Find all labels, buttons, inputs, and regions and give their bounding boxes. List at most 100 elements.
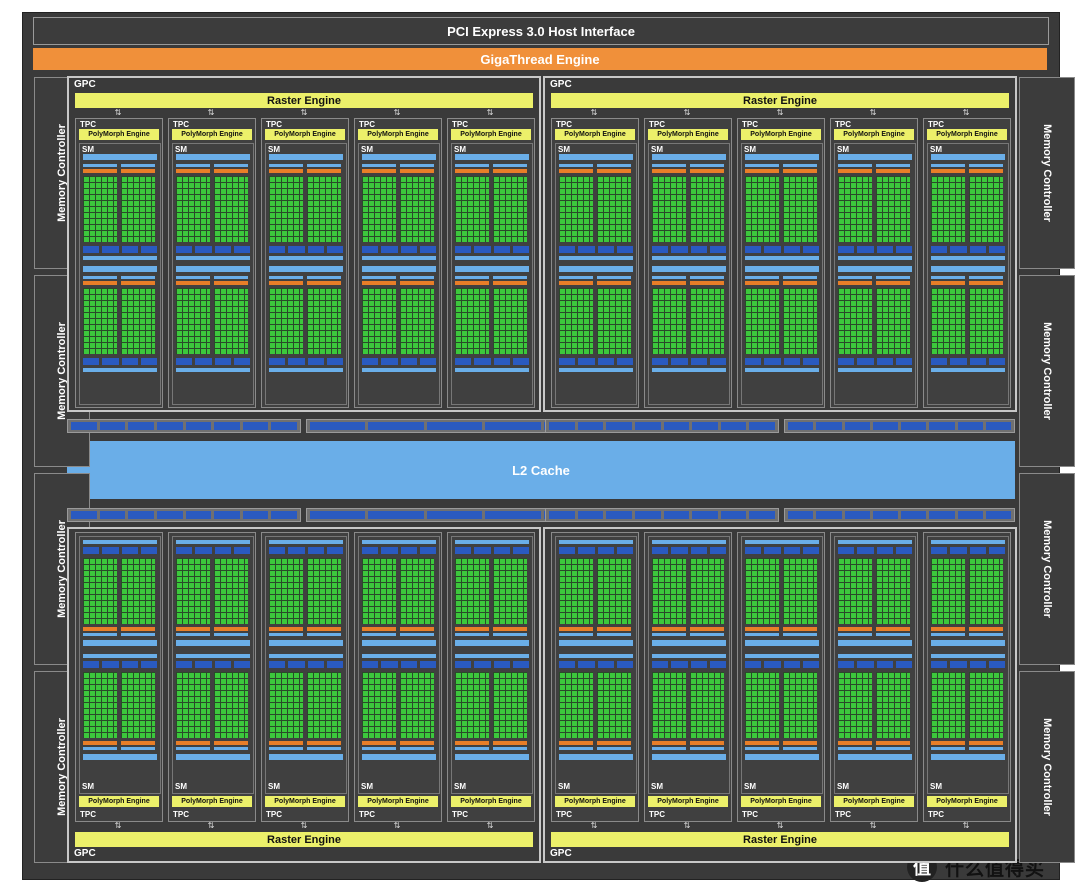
warp-scheduler [783,276,817,279]
tpc: SM PolyMorph Engine TPC [168,532,256,822]
texture-unit [802,246,819,253]
sm-body [83,540,159,780]
texture-unit [764,246,781,253]
texture-unit [690,661,707,668]
texture-unit-row [176,246,250,253]
texture-unit [140,547,157,554]
texture-unit [493,547,510,554]
texture-unit [233,358,250,365]
crossbar-port [634,511,661,519]
warp-scheduler [838,747,872,750]
texture-unit [400,358,417,365]
gpc: GPC Raster Engine ⇅ SM PolyMorph Engine TPC ⇅ S… [543,527,1017,863]
bidirectional-arrow-icon: ⇅ [590,108,598,117]
texture-unit [288,661,305,668]
sm-body [745,154,821,402]
texture-unit [895,358,912,365]
texture-unit [176,547,193,554]
texture-unit [652,547,669,554]
texture-unit [493,246,510,253]
texture-unit [876,661,893,668]
polymorph-engine: PolyMorph Engine [927,129,1007,140]
instruction-cache [176,154,250,160]
warp-scheduler [559,747,593,750]
warp-scheduler [214,747,248,750]
instruction-cache [455,754,529,760]
dispatch-unit [214,281,248,285]
dispatch-unit [690,741,724,745]
texture-unit [195,358,212,365]
dispatch-unit [400,627,434,631]
dispatch-unit [969,627,1003,631]
instruction-cache [455,154,529,160]
texture-unit-row [455,661,529,668]
dispatch-unit [876,627,910,631]
cuda-core-array [362,558,396,624]
cuda-core-array [597,288,631,354]
texture-unit [269,358,286,365]
texture-unit [474,661,491,668]
warp-scheduler [745,276,779,279]
texture-unit [195,246,212,253]
shared-memory [652,540,726,544]
crossbar-port [549,422,575,430]
dispatch-unit [307,627,341,631]
bidirectional-arrow-icon: ⇅ [300,108,308,117]
sm-body [269,154,345,402]
sm-label: SM [651,145,663,154]
sm-label: SM [651,782,663,791]
gpc-label: GPC [550,79,572,90]
shared-memory [838,368,912,372]
tpc-label: TPC [359,120,375,129]
texture-unit [931,246,948,253]
tpc-label: TPC [928,120,944,129]
cuda-core-array [597,176,631,242]
crossbar-port [99,511,126,519]
texture-unit-row [838,547,912,554]
warp-scheduler [214,164,248,167]
texture-unit-row [176,358,250,365]
texture-unit [969,358,986,365]
texture-unit [802,661,819,668]
texture-unit-row [931,246,1005,253]
crossbar-port [985,511,1011,519]
texture-unit [288,547,305,554]
cuda-core-array [559,672,593,738]
streaming-multiprocessor: SM [741,143,823,405]
bidirectional-arrow-icon: ⇅ [393,821,401,830]
tpc: TPC PolyMorph Engine SM [551,118,639,408]
texture-unit [745,661,762,668]
warp-scheduler [969,276,1003,279]
streaming-multiprocessor: SM [79,143,161,405]
cuda-core-array [121,176,155,242]
polymorph-engine: PolyMorph Engine [172,129,252,140]
dispatch-unit [176,281,210,285]
instruction-cache [269,754,343,760]
shared-memory [745,540,819,544]
instruction-cache [652,640,726,646]
bidirectional-arrow-icon: ⇅ [590,821,598,830]
instruction-cache [362,266,436,272]
tpc-label: TPC [359,810,375,819]
crossbar-port [310,422,366,430]
dispatch-unit [931,627,965,631]
dispatch-unit [783,281,817,285]
warp-scheduler [493,276,527,279]
texture-unit [838,547,855,554]
instruction-cache [176,640,250,646]
sm-label: SM [930,145,942,154]
crossbar-port [185,511,212,519]
sm-body [269,540,345,780]
warp-scheduler [83,276,117,279]
dispatch-unit [559,169,593,173]
sm-label: SM [175,145,187,154]
texture-unit [400,547,417,554]
warp-scheduler [931,747,965,750]
memory-controller-right: Memory Controller [1019,77,1075,269]
dispatch-unit [362,627,396,631]
polymorph-engine: PolyMorph Engine [79,796,159,807]
raster-engine: Raster Engine [75,93,533,108]
tpc: TPC PolyMorph Engine SM [261,118,349,408]
texture-unit [969,661,986,668]
shared-memory [745,368,819,372]
